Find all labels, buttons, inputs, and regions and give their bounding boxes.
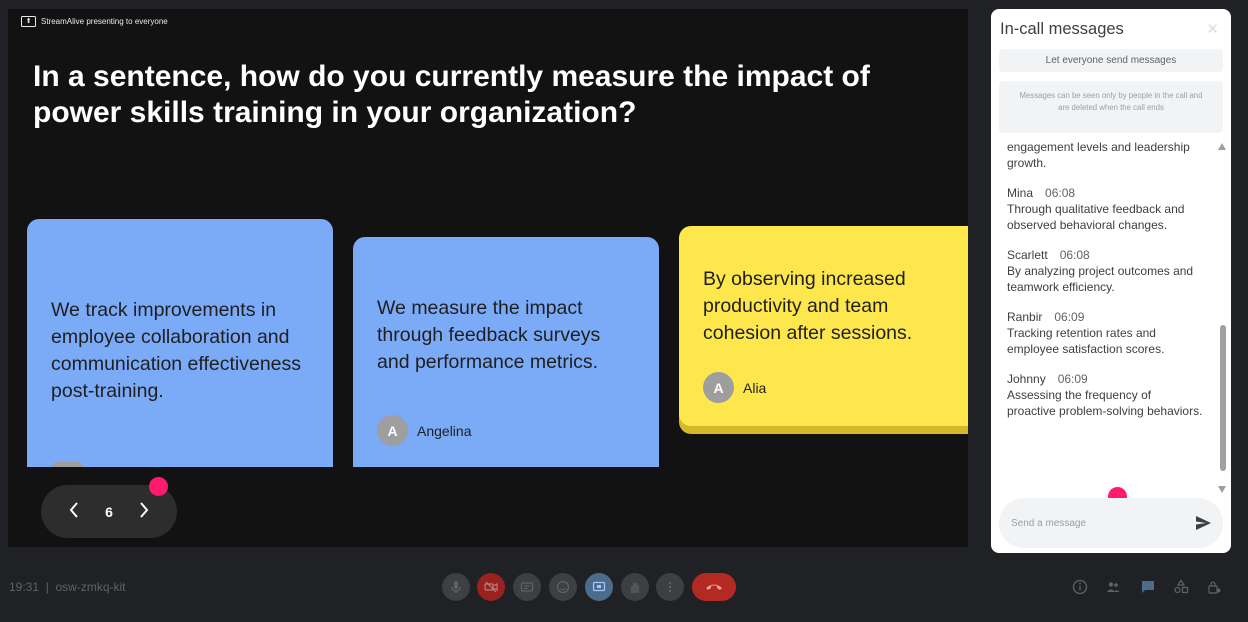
raise-hand-icon[interactable] [621, 573, 649, 601]
avatar: A [377, 415, 408, 446]
panel-title: In-call messages [1000, 20, 1124, 38]
info-icon[interactable] [1071, 578, 1089, 596]
people-icon[interactable] [1104, 578, 1122, 596]
message-time: 06:08 [1045, 186, 1076, 200]
response-author: A Alia [703, 372, 766, 403]
response-author: A Angelina [377, 415, 472, 446]
presentation-stage: ⬆ StreamAlive presenting to everyone In … [8, 9, 968, 547]
meeting-info: 19:31 | osw-zmkq-kit [9, 580, 126, 594]
emoji-icon[interactable] [549, 573, 577, 601]
next-slide-button[interactable] [132, 499, 156, 525]
message-sender: Scarlett [1007, 248, 1048, 262]
scroll-up-icon[interactable] [1218, 143, 1226, 150]
end-call-button[interactable] [692, 573, 736, 601]
message-sender: Ranbir [1007, 310, 1043, 324]
scroll-thumb[interactable] [1220, 325, 1226, 471]
chat-icon[interactable] [1139, 578, 1157, 596]
message-scrollbar[interactable] [1218, 143, 1228, 493]
message-sender: Johnny [1007, 372, 1046, 386]
call-controls-bar: 19:31 | osw-zmkq-kit [0, 556, 1248, 622]
messages-notice: Messages can be seen only by people in t… [999, 81, 1223, 133]
message-composer [999, 498, 1223, 548]
response-card: By observing increased productivity and … [679, 226, 968, 426]
activities-icon[interactable] [1172, 578, 1190, 596]
message-list: engagement levels and leadership growth.… [991, 137, 1231, 491]
microphone-icon[interactable] [442, 573, 470, 601]
message-text: Assessing the frequency of proactive pro… [1007, 388, 1203, 418]
avatar: A [703, 372, 734, 403]
message-time: 06:08 [1059, 248, 1090, 262]
in-call-messages-panel: In-call messages ✕ Let everyone send mes… [991, 9, 1231, 553]
camera-off-icon[interactable] [477, 573, 505, 601]
list-item: Mina 06:08 Through qualitative feedback a… [991, 185, 1231, 233]
message-time: 06:09 [1057, 372, 1088, 386]
send-icon[interactable] [1193, 513, 1213, 533]
present-screen-icon[interactable] [585, 573, 613, 601]
pointer-dot [149, 477, 168, 496]
captions-icon[interactable] [513, 573, 541, 601]
message-time: 06:09 [1054, 310, 1085, 324]
more-options-icon[interactable] [656, 573, 684, 601]
author-name: Angelina [417, 422, 472, 439]
message-text: Tracking retention rates and employee sa… [1007, 326, 1165, 356]
let-everyone-send-toggle[interactable]: Let everyone send messages [999, 49, 1223, 72]
list-item: Scarlett 06:08 By analyzing project outco… [991, 247, 1231, 295]
list-item: Johnny 06:09 Assessing the frequency of p… [991, 371, 1231, 419]
response-card: We measure the impact through feedback s… [353, 237, 659, 487]
host-controls-icon[interactable] [1205, 578, 1223, 596]
list-item: Ranbir 06:09 Tracking retention rates and… [991, 309, 1231, 357]
slide-number: 6 [105, 503, 113, 520]
message-input[interactable] [1011, 517, 1193, 529]
response-text: By observing increased productivity and … [703, 268, 913, 344]
response-text: We track improvements in employee collab… [51, 299, 302, 402]
avatar [52, 462, 83, 467]
previous-slide-button[interactable] [62, 499, 86, 525]
presenting-label: StreamAlive presenting to everyone [41, 17, 168, 26]
message-text: By analyzing project outcomes and teamwo… [1007, 264, 1194, 294]
presenting-indicator: ⬆ StreamAlive presenting to everyone [21, 16, 168, 27]
message-text: Through qualitative feedback and observe… [1007, 202, 1185, 232]
response-text: We measure the impact through feedback s… [377, 297, 601, 373]
message-text: engagement levels and leadership growth. [1007, 140, 1190, 170]
present-screen-icon: ⬆ [21, 16, 36, 27]
scroll-down-icon[interactable] [1218, 486, 1226, 493]
question-title: In a sentence, how do you currently meas… [33, 60, 870, 129]
author-name: Alia [743, 379, 767, 396]
message-sender: Mina [1007, 186, 1034, 200]
close-icon[interactable]: ✕ [1206, 20, 1219, 38]
